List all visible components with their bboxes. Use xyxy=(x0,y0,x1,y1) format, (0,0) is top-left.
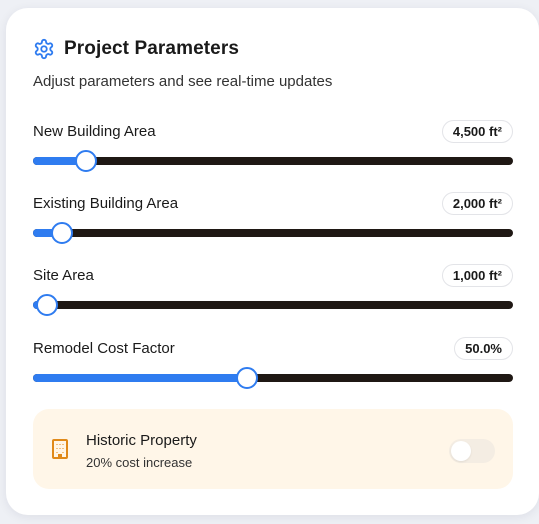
slider-thumb[interactable] xyxy=(36,294,59,316)
value-badge: 4,500 ft² xyxy=(441,120,513,143)
slider-track[interactable] xyxy=(33,367,513,389)
historic-property-panel: Historic Property 20% cost increase xyxy=(33,409,513,489)
project-parameters-card: Project Parameters Adjust parameters and… xyxy=(6,8,539,515)
slider-thumb[interactable] xyxy=(235,367,258,389)
param-label: Site Area xyxy=(33,267,94,284)
slider-thumb[interactable] xyxy=(50,222,73,244)
slider-track[interactable] xyxy=(33,150,513,172)
slider-fill xyxy=(33,374,247,382)
page-title: Project Parameters xyxy=(64,38,240,59)
historic-property-label: Historic Property xyxy=(86,432,197,449)
historic-property-toggle[interactable] xyxy=(449,439,495,463)
param-label: Existing Building Area xyxy=(33,195,179,212)
value-badge: 50.0% xyxy=(454,337,513,360)
gear-icon xyxy=(34,38,54,60)
value-badge: 1,000 ft² xyxy=(441,264,513,287)
slider-track[interactable] xyxy=(33,222,513,244)
historic-property-subtitle: 20% cost increase xyxy=(86,455,193,470)
value-badge: 2,000 ft² xyxy=(441,192,513,215)
building-icon xyxy=(52,439,68,459)
slider-track[interactable] xyxy=(33,294,513,316)
card-header: Project Parameters xyxy=(33,38,239,60)
toggle-knob xyxy=(451,441,471,461)
slider-thumb[interactable] xyxy=(74,150,97,172)
param-label: New Building Area xyxy=(33,123,156,140)
page-subtitle: Adjust parameters and see real-time upda… xyxy=(33,73,333,90)
param-label: Remodel Cost Factor xyxy=(33,340,175,357)
